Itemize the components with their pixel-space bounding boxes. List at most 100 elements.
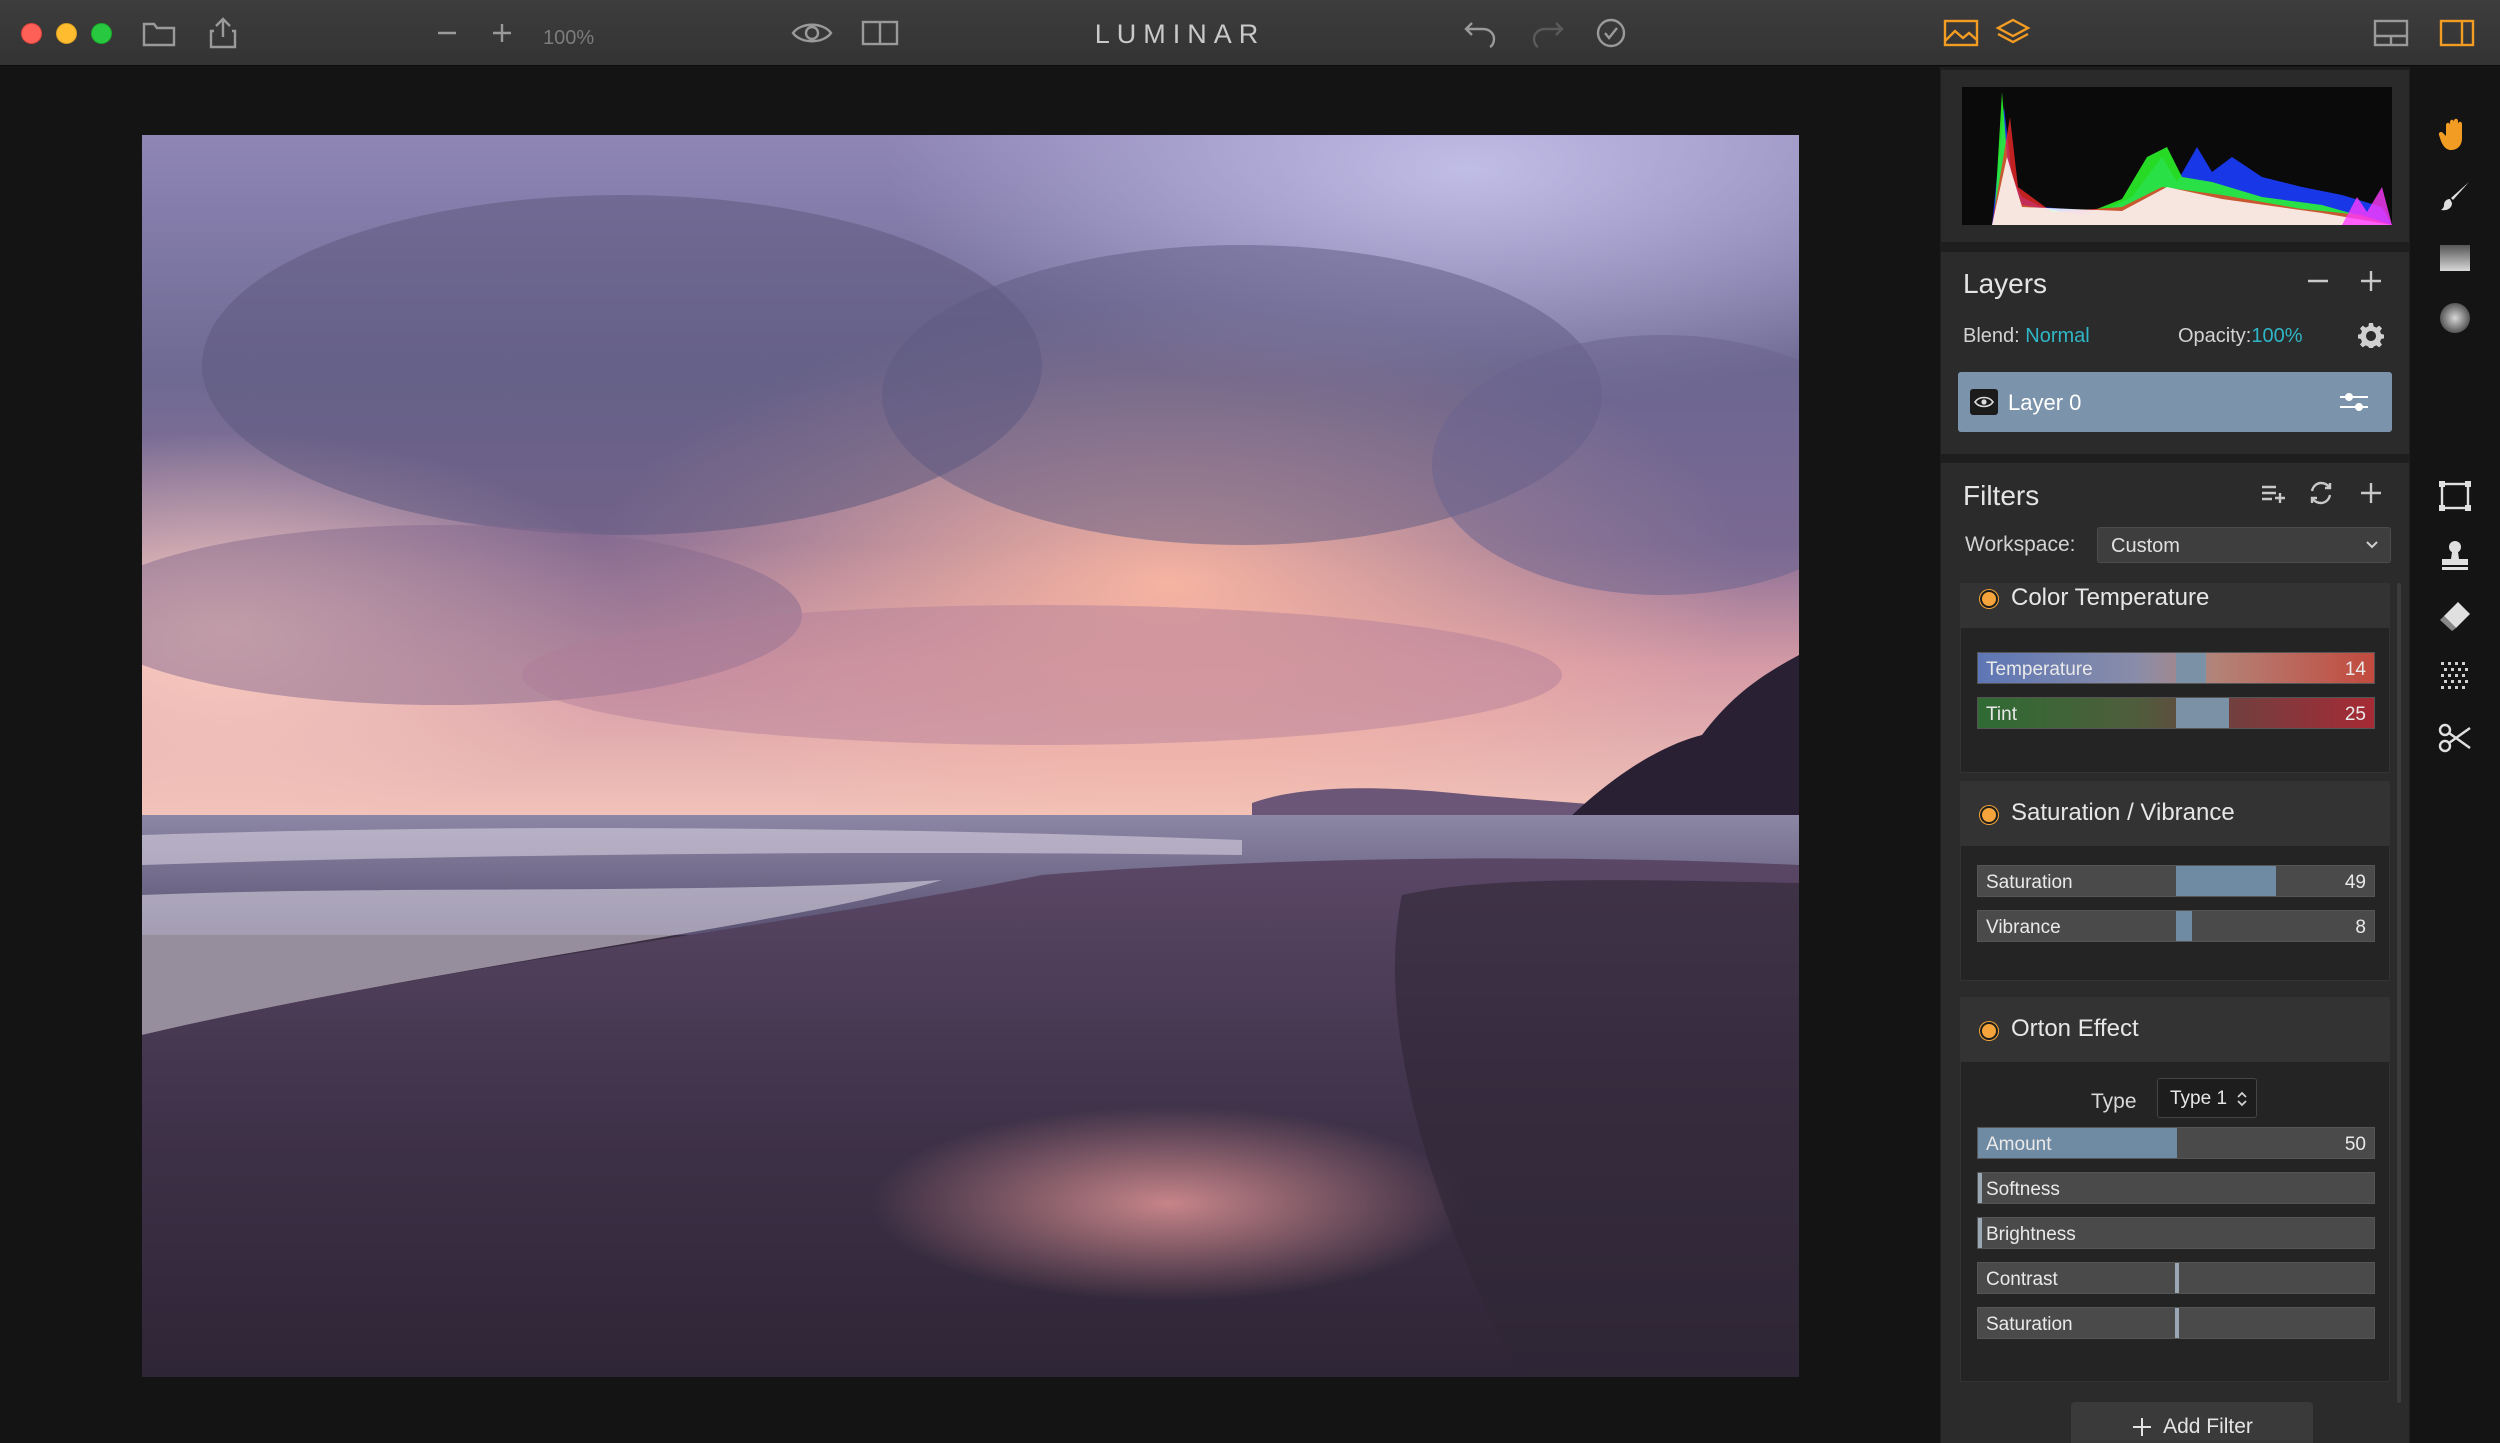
filter-header[interactable]: Saturation / Vibrance <box>1961 782 2389 846</box>
layers-panel-icon[interactable] <box>1994 16 2032 50</box>
app-title: LUMINAR <box>1094 19 1266 49</box>
window-maximize-button[interactable] <box>91 23 112 44</box>
share-icon[interactable] <box>206 16 240 50</box>
brightness-slider-handle[interactable] <box>1978 1218 1982 1248</box>
layer-visibility-eye-icon[interactable] <box>1970 389 1998 415</box>
orton-type-label: Type <box>2091 1090 2137 1113</box>
chevron-down-icon <box>2366 541 2378 549</box>
filter-header[interactable]: Orton Effect <box>1961 998 2389 1062</box>
history-check-icon[interactable] <box>1594 16 1628 50</box>
orton-type-value: Type 1 <box>2170 1088 2228 1109</box>
tint-slider[interactable]: Tint 25 <box>1977 697 2375 729</box>
temperature-slider[interactable]: Temperature 14 <box>1977 652 2375 684</box>
slider-label: Brightness <box>1986 1224 2076 1245</box>
slider-value: 8 <box>2355 917 2366 938</box>
slider-label: Contrast <box>1986 1269 2058 1290</box>
gradient-mask-icon[interactable] <box>2434 237 2476 279</box>
hand-tool-icon[interactable] <box>2434 113 2476 155</box>
workspace-value: Custom <box>2111 535 2180 557</box>
opacity-row[interactable]: Opacity:100% <box>2178 325 2303 348</box>
slider-label: Temperature <box>1986 659 2093 680</box>
orton-type-dropdown[interactable]: Type 1 <box>2157 1078 2257 1118</box>
blend-mode-value[interactable]: Normal <box>2025 325 2089 347</box>
noise-icon[interactable] <box>2434 655 2476 697</box>
image-canvas[interactable] <box>0 67 1940 1443</box>
filter-enabled-dot[interactable] <box>1980 590 1998 608</box>
saturation-slider-fill <box>2176 866 2276 896</box>
layers-panel: Layers Blend: Normal Opacity:100% Layer … <box>1941 252 2409 454</box>
cut-icon[interactable] <box>2434 717 2476 759</box>
add-layer-icon[interactable] <box>2354 264 2388 298</box>
softness-slider[interactable]: Softness <box>1977 1172 2375 1204</box>
beach-sunset-photo[interactable] <box>142 135 1799 1377</box>
layer-adjustments-icon[interactable] <box>2336 386 2372 418</box>
add-filter-plus-icon[interactable] <box>2354 476 2388 510</box>
contrast-slider-handle[interactable] <box>2175 1263 2179 1293</box>
add-filter-label: Add Filter <box>2163 1415 2253 1438</box>
plus-icon <box>2133 1418 2152 1436</box>
slider-value: 25 <box>2344 704 2366 725</box>
slider-value: 50 <box>2344 1134 2366 1155</box>
brightness-slider[interactable]: Brightness <box>1977 1217 2375 1249</box>
sidebar-toggle-icon[interactable] <box>2438 16 2476 50</box>
title-bar-toolbar: 100% LUMINAR <box>0 0 2500 66</box>
filter-header[interactable]: Color Temperature <box>1961 584 2389 628</box>
folder-icon[interactable] <box>140 16 178 50</box>
preview-eye-icon[interactable] <box>790 16 834 50</box>
filter-list-icon[interactable] <box>2256 476 2290 510</box>
window-minimize-button[interactable] <box>56 23 77 44</box>
redo-icon[interactable] <box>1530 16 1566 50</box>
softness-slider-handle[interactable] <box>1978 1173 1982 1203</box>
amount-slider[interactable]: Amount 50 <box>1977 1127 2375 1159</box>
saturation-slider[interactable]: Saturation 49 <box>1977 865 2375 897</box>
brush-tool-icon[interactable] <box>2434 175 2476 217</box>
layer-item[interactable]: Layer 0 <box>1958 372 2392 432</box>
layout-icon[interactable] <box>2372 16 2410 50</box>
blend-mode-row[interactable]: Blend: Normal <box>1963 325 2090 348</box>
slider-label: Saturation <box>1986 1314 2073 1335</box>
workspace-dropdown[interactable]: Custom <box>2097 527 2391 563</box>
slider-label: Saturation <box>1986 872 2073 893</box>
filter-enabled-dot[interactable] <box>1980 806 1998 824</box>
radial-mask-icon[interactable] <box>2434 297 2476 339</box>
clone-stamp-icon[interactable] <box>2434 534 2476 576</box>
histogram <box>1941 70 2409 242</box>
vibrance-slider[interactable]: Vibrance 8 <box>1977 910 2375 942</box>
contrast-slider[interactable]: Contrast <box>1977 1262 2375 1294</box>
histogram-graph <box>1962 87 2392 225</box>
saturation-vibrance-filter: Saturation / Vibrance Saturation 49 Vibr… <box>1960 781 2390 981</box>
tool-strip <box>2410 67 2500 1443</box>
layers-title: Layers <box>1963 268 2048 299</box>
tint-slider-fill <box>2176 698 2229 728</box>
orton-saturation-slider-handle[interactable] <box>2175 1308 2179 1338</box>
blend-label: Blend: <box>1963 325 2020 347</box>
zoom-in-icon[interactable] <box>485 16 519 50</box>
crop-transform-icon[interactable] <box>2434 475 2476 517</box>
compare-split-icon[interactable] <box>860 16 900 50</box>
eraser-icon[interactable] <box>2434 595 2476 637</box>
stepper-arrows-icon <box>2237 1091 2247 1107</box>
temperature-slider-fill <box>2176 653 2206 683</box>
slider-label: Softness <box>1986 1179 2060 1200</box>
filter-name: Orton Effect <box>2011 1015 2139 1042</box>
opacity-value[interactable]: 100% <box>2251 325 2302 347</box>
zoom-out-icon[interactable] <box>430 16 464 50</box>
opacity-label: Opacity: <box>2178 325 2252 347</box>
add-filter-button[interactable]: Add Filter <box>2071 1402 2313 1443</box>
layer-name: Layer 0 <box>2008 390 2082 415</box>
slider-label: Vibrance <box>1986 917 2061 938</box>
color-temperature-filter: Color Temperature Temperature 14 Tint 25 <box>1960 583 2390 773</box>
zoom-level[interactable]: 100% <box>543 27 594 50</box>
filter-enabled-dot[interactable] <box>1980 1022 1998 1040</box>
remove-layer-icon[interactable] <box>2301 264 2335 298</box>
image-panel-icon[interactable] <box>1942 16 1980 50</box>
layer-settings-gear-icon[interactable] <box>2354 318 2388 352</box>
undo-icon[interactable] <box>1462 16 1498 50</box>
filters-scrollbar[interactable] <box>2397 583 2401 1403</box>
workspace-label: Workspace: <box>1965 533 2076 556</box>
vibrance-slider-fill <box>2176 911 2192 941</box>
window-close-button[interactable] <box>21 23 42 44</box>
slider-value: 14 <box>2344 659 2366 680</box>
orton-saturation-slider[interactable]: Saturation <box>1977 1307 2375 1339</box>
sync-filters-icon[interactable] <box>2304 476 2338 510</box>
